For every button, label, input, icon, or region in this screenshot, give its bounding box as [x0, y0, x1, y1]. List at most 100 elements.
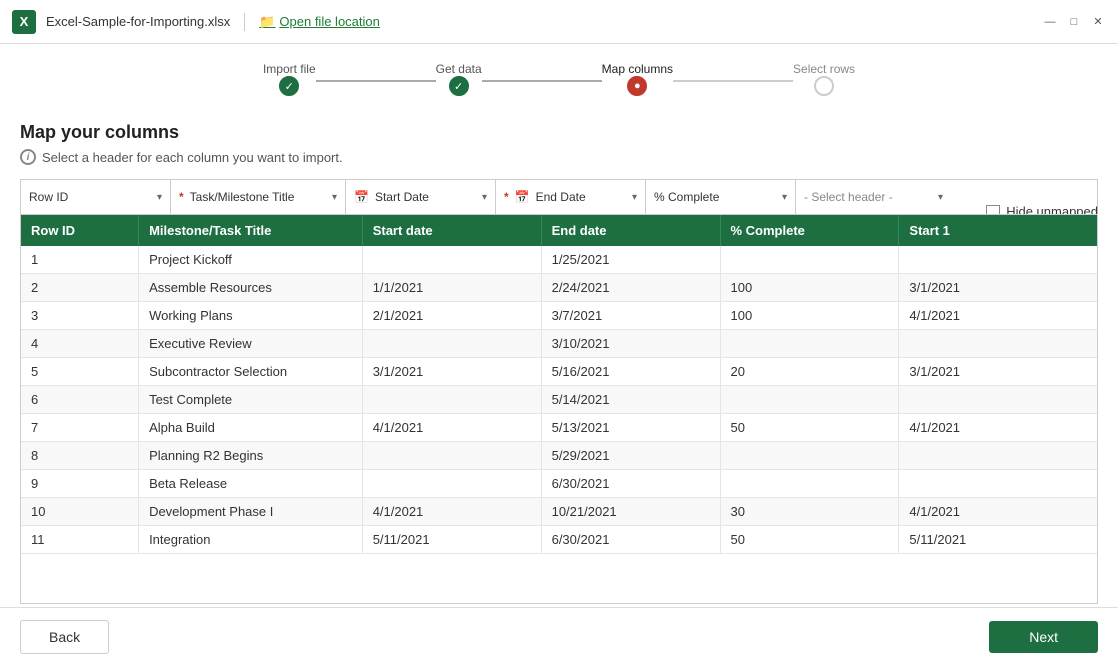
dropdown-select-header[interactable]: - Select header - ▾ [796, 180, 951, 214]
table-cell: 3/1/2021 [899, 274, 1097, 302]
step-label-import: Import file [263, 62, 316, 76]
table-row: 4Executive Review3/10/2021 [21, 330, 1097, 358]
table-cell: 5 [21, 358, 139, 386]
table-cell: 10 [21, 498, 139, 526]
chevron-down-icon: ▾ [938, 192, 943, 203]
table-cell: 5/11/2021 [899, 526, 1097, 554]
table-cell: 4/1/2021 [899, 302, 1097, 330]
step-get-data: Get data ✓ [436, 62, 482, 96]
table-cell [362, 386, 541, 414]
connector-3 [673, 80, 793, 82]
table-cell: 6 [21, 386, 139, 414]
dropdown-percent-complete[interactable]: % Complete ▾ [646, 180, 796, 214]
table-cell: 7 [21, 414, 139, 442]
table-row: 11Integration5/11/20216/30/2021505/11/20… [21, 526, 1097, 554]
back-button[interactable]: Back [20, 620, 109, 654]
chevron-down-icon: ▾ [332, 192, 337, 203]
table-cell: 3 [21, 302, 139, 330]
table-cell: Beta Release [139, 470, 363, 498]
open-file-link[interactable]: 📁 Open file location [259, 14, 380, 30]
table-cell: 100 [720, 274, 899, 302]
step-label-select: Select rows [793, 62, 855, 76]
table-row: 9Beta Release6/30/2021 [21, 470, 1097, 498]
table-cell: 3/10/2021 [541, 330, 720, 358]
next-button[interactable]: Next [989, 621, 1098, 653]
table-cell [720, 330, 899, 358]
table-row: 6Test Complete5/14/2021 [21, 386, 1097, 414]
dropdown-start-label: Start Date [375, 190, 429, 204]
table-cell: 4/1/2021 [362, 498, 541, 526]
step-select-rows: Select rows [793, 62, 855, 96]
page-subtitle: i Select a header for each column you wa… [20, 149, 1098, 165]
required-star: * [179, 190, 184, 204]
table-cell: 1 [21, 246, 139, 274]
table-cell: 20 [720, 358, 899, 386]
table-row: 2Assemble Resources1/1/20212/24/20211003… [21, 274, 1097, 302]
table-cell: Test Complete [139, 386, 363, 414]
table-body: 1Project Kickoff1/25/20212Assemble Resou… [21, 246, 1097, 554]
table-cell: 5/11/2021 [362, 526, 541, 554]
table-cell: 2/24/2021 [541, 274, 720, 302]
table-cell [362, 330, 541, 358]
table-cell: 5/29/2021 [541, 442, 720, 470]
table-cell: 11 [21, 526, 139, 554]
table-cell: 2 [21, 274, 139, 302]
table-cell [899, 470, 1097, 498]
th-start-1: Start 1 [899, 215, 1097, 246]
table-cell: 3/7/2021 [541, 302, 720, 330]
th-milestone-title: Milestone/Task Title [139, 215, 363, 246]
calendar-icon: 📅 [354, 190, 369, 204]
table-cell: 4/1/2021 [899, 414, 1097, 442]
table-cell [899, 330, 1097, 358]
th-end-date: End date [541, 215, 720, 246]
restore-button[interactable]: □ [1066, 14, 1082, 30]
minimize-button[interactable]: — [1042, 14, 1058, 30]
table-cell: 4/1/2021 [362, 414, 541, 442]
title-bar-controls: — □ ✕ [1042, 14, 1106, 30]
table-cell [720, 246, 899, 274]
table-cell: 2/1/2021 [362, 302, 541, 330]
table-cell: Working Plans [139, 302, 363, 330]
connector-1 [316, 80, 436, 82]
chevron-down-icon: ▾ [632, 192, 637, 203]
step-circle-get-data: ✓ [449, 76, 469, 96]
step-circle-select [814, 76, 834, 96]
dropdown-row-id[interactable]: Row ID ▾ [21, 180, 171, 214]
step-map-columns: Map columns ● [602, 62, 673, 96]
table-cell: 50 [720, 414, 899, 442]
th-percent-complete: % Complete [720, 215, 899, 246]
dropdown-row-id-label: Row ID [29, 190, 68, 204]
table-cell [899, 386, 1097, 414]
dropdown-task-label: Task/Milestone Title [190, 190, 295, 204]
table-cell [362, 246, 541, 274]
table-cell: 100 [720, 302, 899, 330]
dropdown-end-date[interactable]: * 📅 End Date ▾ [496, 180, 646, 214]
table-cell: 30 [720, 498, 899, 526]
table-cell [720, 386, 899, 414]
required-star: * [504, 190, 509, 204]
table-cell: 4/1/2021 [899, 498, 1097, 526]
folder-icon: 📁 [259, 14, 275, 30]
title-bar: X Excel-Sample-for-Importing.xlsx 📁 Open… [0, 0, 1118, 44]
table-row: 5Subcontractor Selection3/1/20215/16/202… [21, 358, 1097, 386]
table-cell: 3/1/2021 [899, 358, 1097, 386]
dropdown-complete-label: % Complete [654, 190, 719, 204]
table-cell: Assemble Resources [139, 274, 363, 302]
step-label-get-data: Get data [436, 62, 482, 76]
column-dropdowns: Row ID ▾ * Task/Milestone Title ▾ 📅 Star… [20, 179, 1098, 214]
step-circle-map: ● [627, 76, 647, 96]
dropdown-select-label: - Select header - [804, 190, 893, 204]
table-cell: 50 [720, 526, 899, 554]
dropdown-end-label: End Date [536, 190, 586, 204]
table-cell: 3/1/2021 [362, 358, 541, 386]
table-cell: 5/13/2021 [541, 414, 720, 442]
table-header: Row ID Milestone/Task Title Start date E… [21, 215, 1097, 246]
close-button[interactable]: ✕ [1090, 14, 1106, 30]
table-row: 10Development Phase I4/1/202110/21/20213… [21, 498, 1097, 526]
table-cell [899, 442, 1097, 470]
info-icon: i [20, 149, 36, 165]
dropdown-start-date[interactable]: 📅 Start Date ▾ [346, 180, 496, 214]
dropdown-task-milestone[interactable]: * Task/Milestone Title ▾ [171, 180, 346, 214]
table-cell: 4 [21, 330, 139, 358]
table-cell: 5/16/2021 [541, 358, 720, 386]
